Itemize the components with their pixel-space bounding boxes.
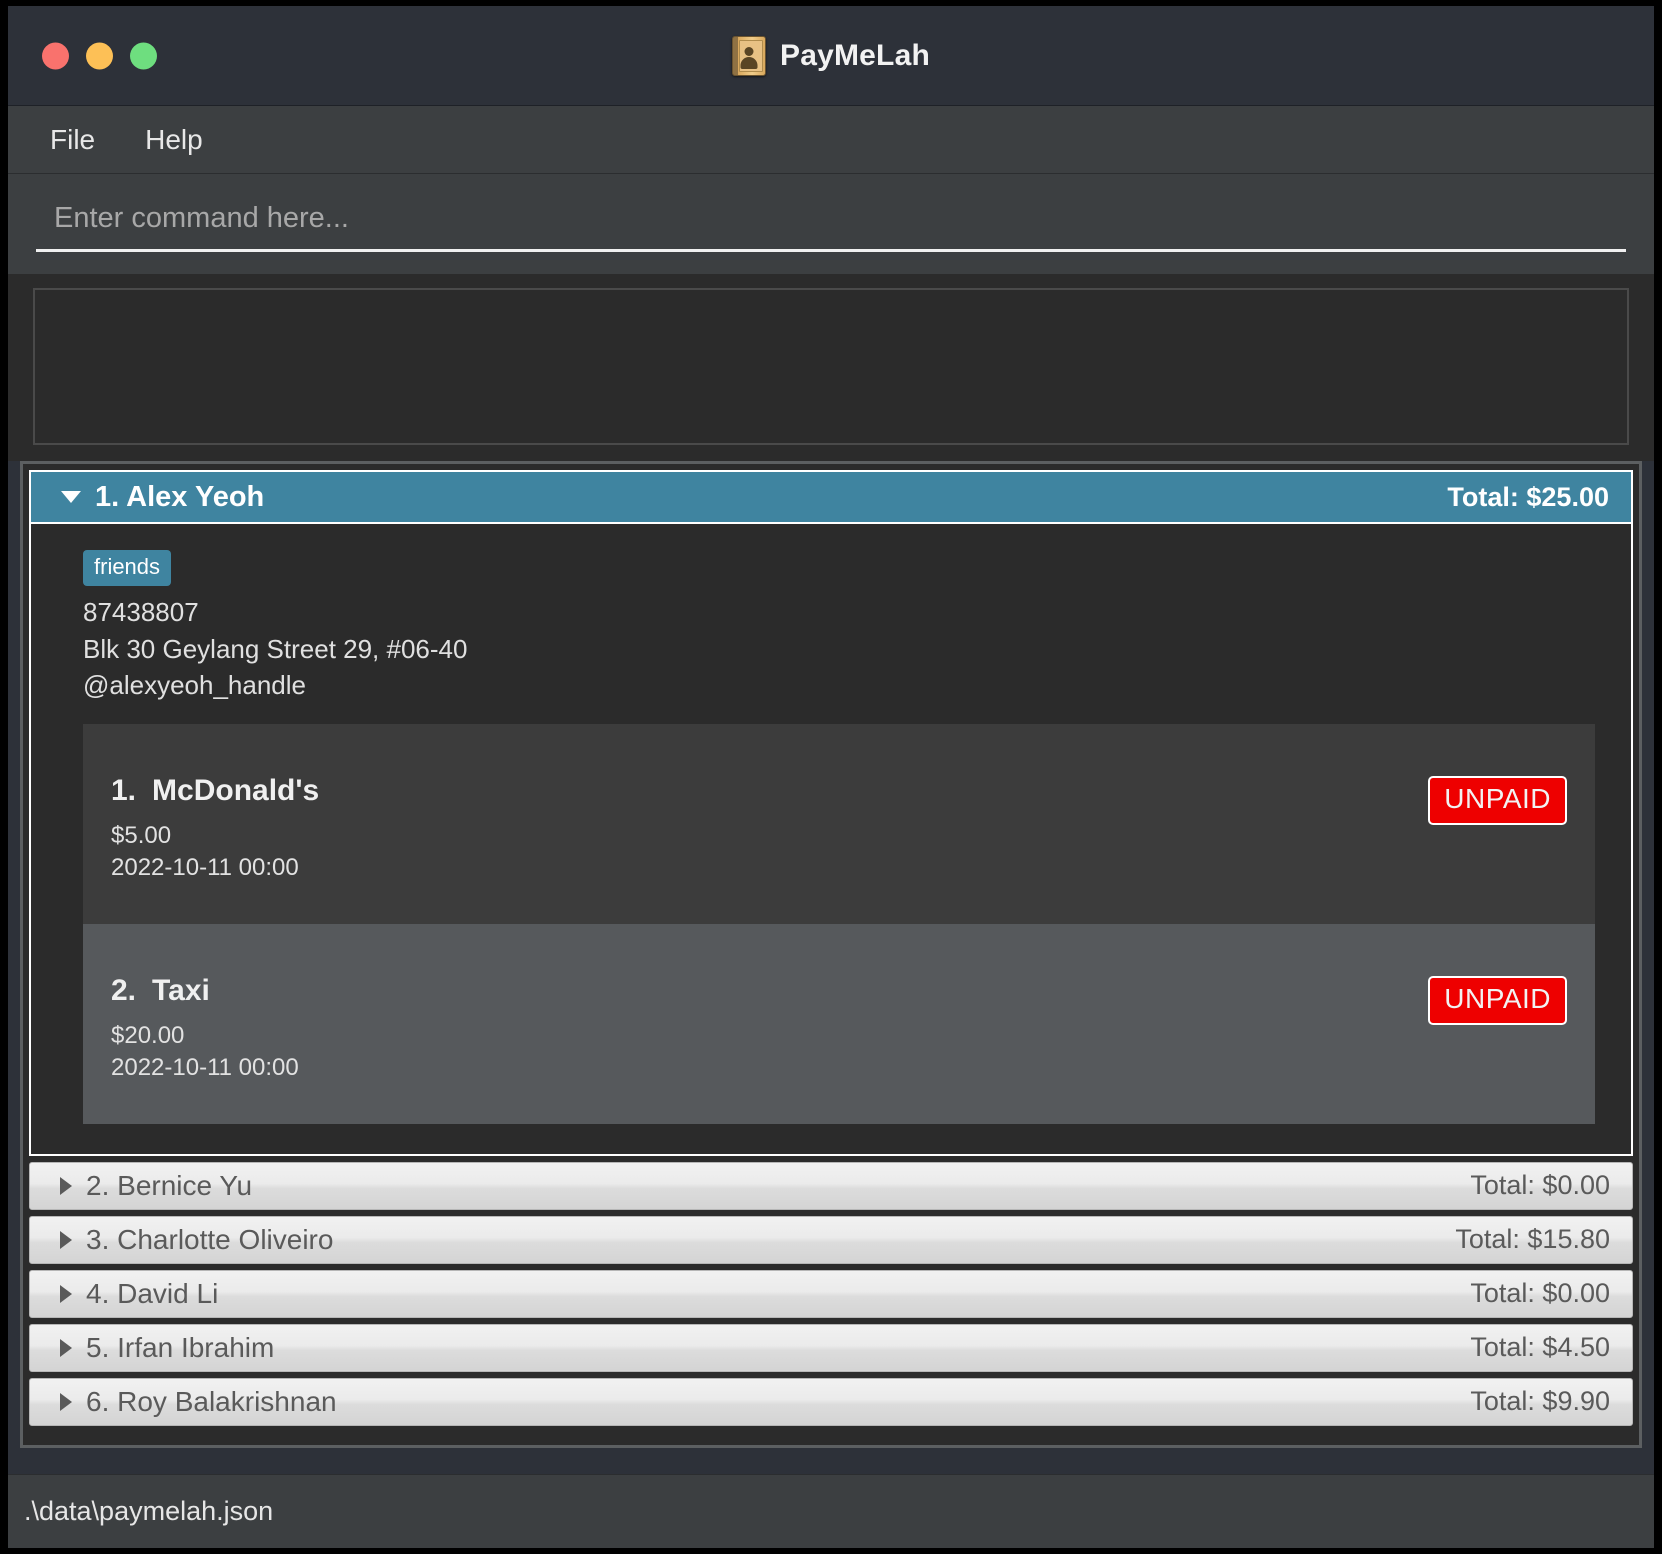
person-row-bernice-yu[interactable]: 2. Bernice Yu Total: $0.00 (29, 1161, 1633, 1210)
chevron-right-icon[interactable] (60, 1284, 72, 1303)
person-row-roy-balakrishnan[interactable]: 6. Roy Balakrishnan Total: $9.90 (29, 1377, 1633, 1426)
person-name: 3. Charlotte Oliveiro (86, 1224, 1455, 1256)
person-row-irfan-ibrahim[interactable]: 5. Irfan Ibrahim Total: $4.50 (29, 1323, 1633, 1372)
person-total: Total: $0.00 (1470, 1170, 1610, 1200)
result-pane (8, 274, 1654, 461)
bill-amount: $5.00 (111, 821, 172, 849)
bill-date: 2022-10-11 00:00 (111, 1053, 299, 1081)
person-total: Total: $9.90 (1470, 1386, 1610, 1416)
result-display-box (33, 288, 1629, 445)
person-label: Charlotte Oliveiro (117, 1223, 334, 1255)
bill-row[interactable]: 1. McDonald's $5.00 2022-10-11 00:00 UNPA… (83, 723, 1595, 924)
person-label: Alex Yeoh (126, 480, 265, 513)
address-book-icon (732, 35, 766, 76)
application-window: PayMeLah File Help 1. Alex Yeoh (8, 6, 1654, 1548)
person-card-expanded: 1. Alex Yeoh Total: $25.00 friends 87438… (29, 470, 1633, 1156)
command-input[interactable] (36, 196, 1626, 252)
person-total: Total: $0.00 (1470, 1278, 1610, 1308)
status-badge-unpaid: UNPAID (1428, 975, 1567, 1025)
person-name: 1. Alex Yeoh (95, 481, 1447, 514)
person-label: David Li (117, 1277, 219, 1309)
person-name: 6. Roy Balakrishnan (86, 1386, 1470, 1418)
bill-index: 2. (111, 973, 137, 1007)
person-header-alex-yeoh[interactable]: 1. Alex Yeoh Total: $25.00 (31, 472, 1631, 524)
person-row-david-li[interactable]: 4. David Li Total: $0.00 (29, 1269, 1633, 1318)
save-location-path: .\data\paymelah.json (24, 1496, 274, 1526)
person-label: Irfan Ibrahim (117, 1331, 275, 1363)
person-name: 4. David Li (86, 1278, 1470, 1310)
menu-item-help[interactable]: Help (139, 120, 209, 160)
status-badge-unpaid: UNPAID (1428, 775, 1567, 825)
bill-row[interactable]: 2. Taxi $20.00 2022-10-11 00:00 UNPAID (83, 923, 1595, 1124)
bill-amount: $20.00 (111, 1021, 185, 1049)
bill-list: 1. McDonald's $5.00 2022-10-11 00:00 UNPA… (83, 723, 1595, 1124)
person-phone: 87438807 (83, 597, 199, 627)
person-list-panel: 1. Alex Yeoh Total: $25.00 friends 87438… (20, 461, 1642, 1448)
person-index: 1. (95, 480, 120, 513)
person-total: Total: $25.00 (1447, 481, 1609, 512)
person-details: friends 87438807 Blk 30 Geylang Street 2… (31, 524, 1631, 1154)
person-index: 4. (86, 1277, 110, 1309)
person-handle: @alexyeoh_handle (83, 670, 307, 700)
chevron-down-icon[interactable] (61, 491, 81, 503)
panel-gap (8, 1456, 1654, 1474)
bill-title: 1. McDonald's (111, 774, 1428, 808)
person-name: 2. Bernice Yu (86, 1170, 1470, 1202)
tag-list: friends (83, 550, 1595, 586)
person-index: 3. (86, 1223, 110, 1255)
chevron-right-icon[interactable] (60, 1230, 72, 1249)
menu-item-file[interactable]: File (44, 120, 101, 160)
bill-label: McDonald's (152, 773, 320, 807)
person-total: Total: $15.80 (1455, 1224, 1610, 1254)
person-index: 5. (86, 1331, 110, 1363)
person-index: 2. (86, 1169, 110, 1201)
person-index: 6. (86, 1385, 110, 1417)
chevron-right-icon[interactable] (60, 1176, 72, 1195)
chevron-right-icon[interactable] (60, 1392, 72, 1411)
status-bar: .\data\paymelah.json (8, 1474, 1654, 1548)
bill-content: 2. Taxi $20.00 2022-10-11 00:00 (111, 952, 1428, 1085)
person-address: Blk 30 Geylang Street 29, #06-40 (83, 633, 468, 664)
bill-title: 2. Taxi (111, 974, 1428, 1008)
person-name: 5. Irfan Ibrahim (86, 1332, 1470, 1364)
person-total: Total: $4.50 (1470, 1332, 1610, 1362)
menu-bar: File Help (8, 106, 1654, 174)
bill-index: 1. (111, 773, 137, 807)
bill-date: 2022-10-11 00:00 (111, 853, 299, 881)
app-title: PayMeLah (780, 38, 930, 72)
person-row-charlotte-oliveiro[interactable]: 3. Charlotte Oliveiro Total: $15.80 (29, 1215, 1633, 1264)
command-pane (8, 174, 1654, 274)
chevron-right-icon[interactable] (60, 1338, 72, 1357)
person-label: Bernice Yu (117, 1169, 253, 1201)
title-bar: PayMeLah (8, 6, 1654, 106)
tag-friends: friends (83, 550, 172, 586)
bill-content: 1. McDonald's $5.00 2022-10-11 00:00 (111, 752, 1428, 885)
bill-label: Taxi (152, 973, 210, 1007)
person-label: Roy Balakrishnan (117, 1385, 337, 1417)
title-group: PayMeLah (8, 35, 1654, 76)
app-root: PayMeLah File Help 1. Alex Yeoh (0, 0, 1662, 1554)
